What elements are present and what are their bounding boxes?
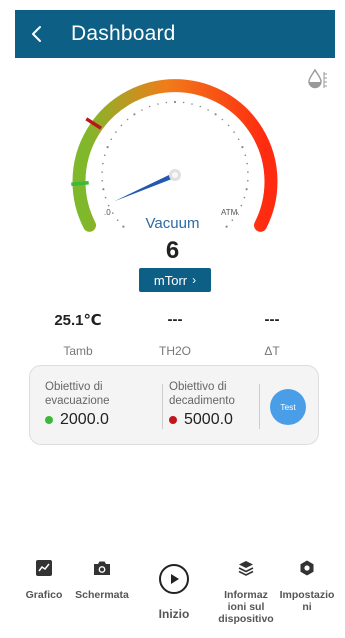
nav-settings-line2: ni (302, 601, 312, 613)
nav-device-info-line2: ioni sul (227, 601, 265, 613)
nav-schermata[interactable]: Schermata (72, 555, 132, 601)
nav-device-info[interactable]: Informaz ioni sul dispositivo (218, 555, 274, 625)
gauge-tick (199, 105, 202, 108)
nav-grafico-label: Grafico (25, 589, 63, 601)
layers-icon (238, 561, 254, 576)
unit-label: mTorr (153, 272, 188, 288)
nav-inizio[interactable]: Inizio (150, 562, 198, 620)
gauge-tick (182, 101, 185, 104)
bottom-nav: Grafico Schermata Inizio Informaz ioni s… (0, 545, 345, 638)
evacuation-title-line2: evacuazione (45, 395, 110, 407)
gauge-tick (126, 118, 129, 121)
decay-title-line2: decadimento (169, 395, 235, 407)
chart-icon (36, 560, 52, 576)
gauge-tick (227, 124, 230, 127)
gauge-tick (101, 179, 103, 182)
chevron-right-icon: › (192, 273, 197, 287)
gauge-value: 6 (165, 237, 180, 264)
play-icon (159, 564, 189, 594)
page-title: Dashboard (71, 22, 176, 45)
green-dot-icon (45, 416, 53, 424)
decay-title-line1: Obiettivo di (169, 381, 227, 393)
gauge-tick (237, 138, 240, 141)
reading-label: ΔT (264, 344, 280, 358)
camera-icon (94, 561, 110, 575)
nav-inizio-label: Inizio (158, 607, 190, 621)
reading-value: 25.1℃ (54, 312, 102, 329)
reading-label: Tamb (63, 344, 93, 358)
divider (259, 384, 260, 429)
gauge-tick (110, 138, 113, 141)
gauge-tick (240, 204, 243, 207)
chevron-left-icon (32, 26, 41, 42)
gauge-tick (247, 179, 249, 182)
gauge-tick (115, 131, 117, 133)
gauge-tick (243, 196, 246, 199)
gauge-tick (247, 171, 249, 173)
divider (162, 384, 163, 429)
gauge-tick (103, 154, 106, 156)
unit-selector-button[interactable]: mTorr › (139, 268, 211, 292)
gauge-tick (191, 103, 193, 105)
gauge-tick (106, 146, 109, 149)
gauge-tick (241, 146, 244, 149)
reading-label: TH2O (158, 344, 191, 358)
red-dot-icon (169, 416, 177, 424)
decay-target[interactable]: Obiettivo di decadimento 5000.0 (169, 380, 235, 429)
back-button[interactable] (15, 10, 59, 58)
reading-th2o: --- TH2O (130, 311, 220, 358)
gauge-label: Vacuum (145, 215, 200, 232)
gauge-tick (246, 162, 248, 165)
gauge-tick (102, 188, 105, 191)
nav-device-info-line3: dispositivo (218, 613, 274, 625)
nav-grafico[interactable]: Grafico (20, 555, 68, 601)
gauge-green-marker (71, 181, 89, 186)
gauge-tick (133, 113, 136, 116)
reading-value: --- (264, 311, 280, 328)
gauge-tick (165, 101, 168, 104)
gauge-tick (112, 212, 114, 214)
gauge-tick (101, 171, 103, 173)
gauge-tick (107, 204, 110, 207)
gauge-tick (244, 154, 247, 156)
gauge-tick (148, 105, 151, 108)
gauge-arc (72, 79, 278, 232)
evacuation-value: 2000.0 (60, 411, 109, 428)
reading-delta-t: --- ΔT (227, 311, 317, 358)
settings-icon (300, 560, 314, 576)
gauge-tick (120, 124, 123, 127)
gauge-tick (207, 109, 209, 111)
gauge-tick (157, 103, 159, 105)
evacuation-title-line1: Obiettivo di (45, 381, 103, 393)
app-header: Dashboard (15, 10, 335, 58)
gauge-needle (114, 172, 176, 202)
gauge-tick (245, 188, 248, 191)
gauge-tick (214, 113, 217, 116)
reading-value: --- (167, 311, 183, 328)
gauge-tick (173, 100, 177, 104)
reading-tamb: 25.1℃ Tamb (33, 311, 123, 358)
gauge-tick (221, 118, 224, 121)
gauge-tick (104, 196, 107, 199)
decay-value: 5000.0 (184, 411, 233, 428)
nav-schermata-label: Schermata (75, 589, 129, 601)
targets-card: Obiettivo di evacuazione 2000.0 Obiettiv… (29, 365, 319, 445)
nav-settings-line1: Impostazio (279, 589, 335, 601)
evacuation-target[interactable]: Obiettivo di evacuazione 2000.0 (45, 380, 110, 429)
nav-device-info-line1: Informaz (224, 589, 268, 601)
test-button[interactable]: Test (270, 389, 306, 425)
nav-settings[interactable]: Impostazio ni (277, 555, 337, 613)
gauge-tick (102, 162, 104, 165)
gauge-tick (141, 109, 143, 111)
gauge-tick (233, 131, 235, 133)
